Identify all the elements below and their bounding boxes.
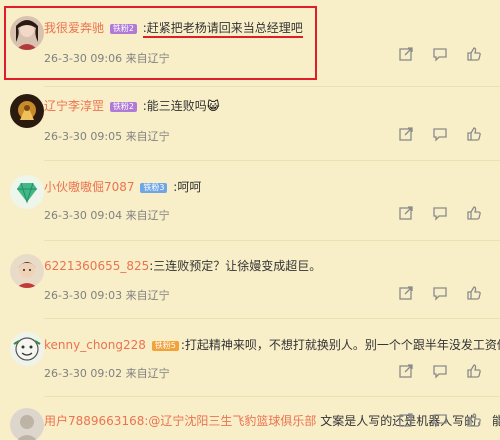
comment-actions	[382, 363, 484, 381]
comment-actions	[382, 205, 484, 223]
like-icon[interactable]	[466, 412, 484, 430]
comment-item: 辽宁李淳罡 铁粉2 :能三连败吗😺 26-3-30 09:05 来自辽宁	[0, 86, 500, 162]
like-icon[interactable]	[466, 46, 484, 64]
like-icon[interactable]	[466, 363, 484, 381]
comment-line: 我很爱奔驰 铁粉2 :赶紧把老杨请回来当总经理吧	[44, 19, 303, 38]
comment-meta: 26-3-30 09:05 来自辽宁	[44, 130, 170, 143]
comment-line: 辽宁李淳罡 铁粉2 :能三连败吗😺	[44, 97, 219, 114]
comment-actions	[382, 412, 484, 430]
comment-actions	[382, 46, 484, 64]
username-link[interactable]: 辽宁李淳罡	[44, 99, 104, 113]
red-highlight-box	[4, 6, 317, 80]
comment-list-page: 我很爱奔驰 铁粉2 :赶紧把老杨请回来当总经理吧 26-3-30 09:06 来…	[0, 0, 500, 440]
comment-icon[interactable]	[432, 363, 450, 381]
comment-line: kenny_chong228 铁粉5:打起精神来呗，不想打就换别人。别一个个跟半…	[44, 336, 500, 353]
share-icon[interactable]	[398, 285, 416, 303]
comment-icon[interactable]	[432, 205, 450, 223]
avatar[interactable]	[10, 94, 44, 128]
username-link[interactable]: 6221360655_825	[44, 259, 149, 273]
comment-item: kenny_chong228 铁粉5:打起精神来呗，不想打就换别人。别一个个跟半…	[0, 318, 500, 396]
share-icon[interactable]	[398, 205, 416, 223]
comment-actions	[382, 126, 484, 144]
comment-item: 我很爱奔驰 铁粉2 :赶紧把老杨请回来当总经理吧 26-3-30 09:06 来…	[0, 0, 500, 86]
mention-link[interactable]: :@辽宁沈阳三生飞豹篮球俱乐部	[144, 414, 316, 428]
username-link[interactable]: 我很爱奔驰	[44, 21, 104, 35]
comment-line: 6221360655_825:三连败预定？让徐嫚变成超巨。	[44, 257, 321, 274]
like-icon[interactable]	[466, 205, 484, 223]
fan-badge[interactable]: 铁粉5	[151, 341, 179, 351]
fan-badge[interactable]: 铁粉3	[140, 183, 168, 193]
avatar[interactable]	[10, 332, 44, 366]
comment-item: 用户7889663168:@辽宁沈阳三生飞豹篮球俱乐部 文案是人写的还是机器人写…	[0, 396, 500, 440]
comment-icon[interactable]	[432, 412, 450, 430]
username-link[interactable]: kenny_chong228	[44, 338, 146, 352]
avatar[interactable]	[10, 16, 44, 50]
comment-item: 6221360655_825:三连败预定？让徐嫚变成超巨。 26-3-30 09…	[0, 240, 500, 318]
share-icon[interactable]	[398, 46, 416, 64]
avatar[interactable]	[10, 175, 44, 209]
comment-text: :三连败预定？让徐嫚变成超巨。	[149, 259, 322, 273]
share-icon[interactable]	[398, 126, 416, 144]
fan-badge[interactable]: 铁粉2	[109, 102, 137, 112]
fan-badge[interactable]: 铁粉2	[109, 24, 137, 34]
comment-meta: 26-3-30 09:03 来自辽宁	[44, 289, 170, 302]
like-icon[interactable]	[466, 285, 484, 303]
comment-actions	[382, 285, 484, 303]
comment-meta: 26-3-30 09:04 来自辽宁	[44, 209, 170, 222]
like-icon[interactable]	[466, 126, 484, 144]
comment-text: :能三连败吗	[142, 99, 207, 113]
username-link[interactable]: 小伙嗷嗷倔7087	[44, 180, 135, 194]
comment-icon[interactable]	[432, 46, 450, 64]
comment-item: 小伙嗷嗷倔7087 铁粉3 :呵呵 26-3-30 09:04 来自辽宁	[0, 160, 500, 240]
username-link[interactable]: 用户7889663168	[44, 414, 144, 428]
share-icon[interactable]	[398, 412, 416, 430]
comment-line: 小伙嗷嗷倔7087 铁粉3 :呵呵	[44, 178, 201, 195]
comment-meta: 26-3-30 09:02 来自辽宁	[44, 367, 170, 380]
avatar[interactable]	[10, 408, 44, 440]
comment-icon[interactable]	[432, 285, 450, 303]
avatar[interactable]	[10, 254, 44, 288]
cat-emoji: 😺	[206, 99, 220, 113]
share-icon[interactable]	[398, 363, 416, 381]
comment-icon[interactable]	[432, 126, 450, 144]
comment-text: :呵呵	[173, 180, 202, 194]
comment-text: :打起精神来呗，不想打就换别人。别一个个跟半年没发工资似的。	[180, 338, 500, 352]
comment-text: :赶紧把老杨请回来当总经理吧	[142, 21, 303, 38]
comment-meta: 26-3-30 09:06 来自辽宁	[44, 52, 170, 65]
